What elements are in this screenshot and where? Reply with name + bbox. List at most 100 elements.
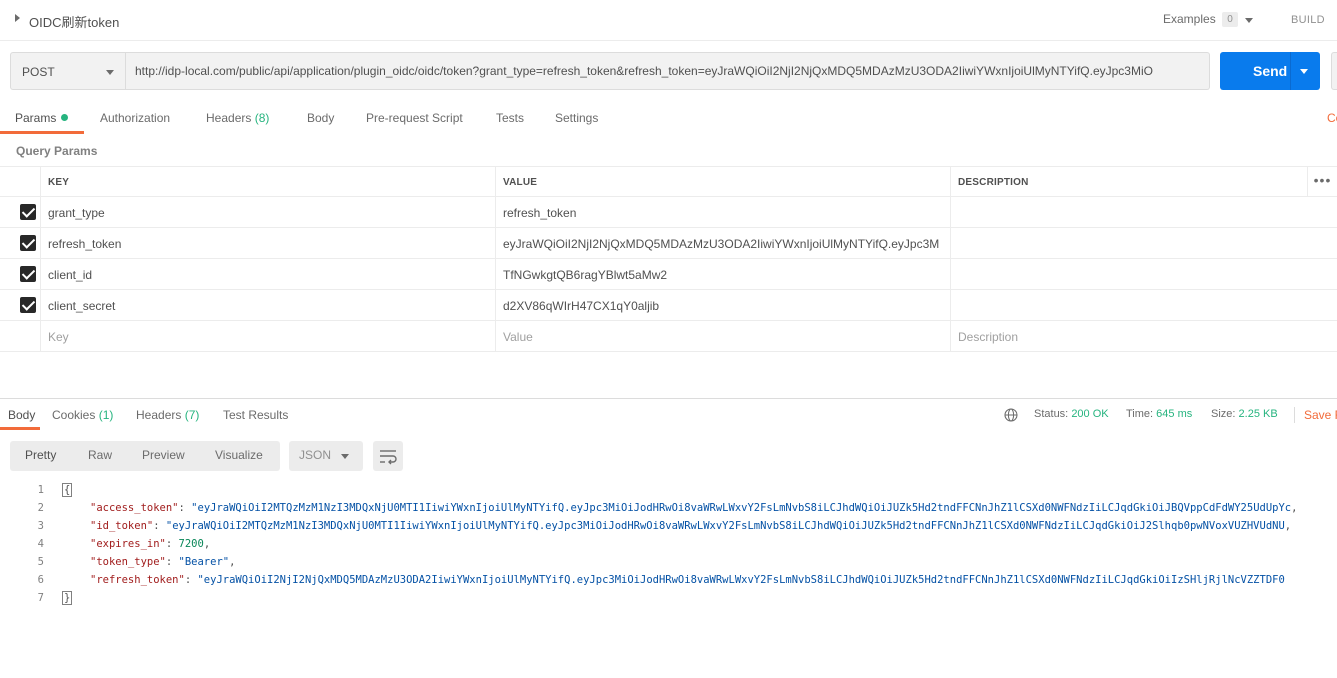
send-options-icon[interactable] (1300, 69, 1308, 74)
line-number: 1 (37, 484, 44, 496)
json-comma: , (229, 556, 236, 568)
url-input[interactable]: http://idp-local.com/public/api/applicat… (126, 52, 1210, 90)
new-param-row: Key Value Description (0, 321, 1337, 352)
line-number: 6 (37, 574, 44, 586)
code-line: "token_type": "Bearer", (90, 556, 235, 568)
response-active-underline (0, 427, 40, 430)
checkbox-cell (0, 321, 41, 351)
status-label: Status: (1034, 408, 1069, 420)
view-visualize[interactable]: Visualize (215, 448, 263, 462)
chevron-down-icon (106, 70, 114, 75)
column-header-value: VALUE (496, 167, 951, 196)
table-row: client_secret d2XV86qWIrH47CX1qY0aljib (0, 290, 1337, 321)
tab-headers-count: (8) (254, 111, 270, 125)
row-checkbox[interactable] (20, 204, 36, 220)
json-value: "eyJraWQiOiI2MTQzMzM1NzI3MDQxNjU0MTI1Iiw… (165, 520, 1285, 532)
request-title[interactable]: OIDC刷新token (29, 12, 119, 31)
new-description-input[interactable]: Description (951, 321, 1337, 351)
param-key[interactable]: refresh_token (42, 228, 496, 258)
tab-headers[interactable]: Headers (8) (206, 111, 269, 125)
json-value: 7200 (178, 538, 204, 550)
build-link[interactable]: BUILD (1291, 14, 1325, 26)
response-tabs: Body Cookies (1) Headers (7) Test Result… (0, 398, 1337, 430)
divider (1294, 407, 1295, 423)
response-tab-headers[interactable]: Headers (7) (136, 408, 199, 422)
send-divider (1290, 52, 1291, 90)
param-description[interactable] (951, 197, 1337, 227)
tab-authorization[interactable]: Authorization (100, 111, 170, 125)
code-line: "refresh_token": "eyJraWQiOiI2NjI2NjQxMD… (90, 574, 1285, 586)
response-tab-body[interactable]: Body (8, 408, 35, 422)
line-number: 2 (37, 502, 44, 514)
wrap-lines-button[interactable] (373, 441, 403, 471)
checkbox-cell (0, 228, 41, 258)
new-value-input[interactable]: Value (496, 321, 951, 351)
param-value[interactable]: refresh_token (496, 197, 951, 227)
collapse-caret-icon[interactable] (15, 14, 20, 22)
code-line: "expires_in": 7200, (90, 538, 210, 550)
row-checkbox[interactable] (20, 297, 36, 313)
format-select[interactable]: JSON (289, 441, 363, 471)
method-select[interactable]: POST (10, 52, 126, 90)
code-line: "id_token": "eyJraWQiOiI2MTQzMzM1NzI3MDQ… (90, 520, 1291, 532)
globe-icon[interactable] (1004, 408, 1018, 422)
request-header: OIDC刷新token Examples 0 BUILD (0, 0, 1337, 41)
table-header-row: KEY VALUE DESCRIPTION ••• (0, 166, 1337, 197)
new-key-input[interactable]: Key (42, 321, 496, 351)
json-comma: , (1284, 520, 1292, 532)
tab-params-label: Params (15, 111, 57, 125)
query-params-label: Query Params (16, 144, 98, 158)
json-value: "eyJraWQiOiI2MTQzMzM1NzI3MDQxNjU0MTI1Iiw… (191, 502, 1292, 514)
param-key[interactable]: client_id (42, 259, 496, 289)
tab-body[interactable]: Body (307, 111, 334, 125)
checkbox-cell (0, 259, 41, 289)
code-line: { (62, 483, 73, 497)
json-key: "refresh_token" (90, 574, 185, 586)
json-colon: : (153, 520, 166, 532)
response-tab-test-results[interactable]: Test Results (223, 408, 288, 422)
status-readout: Status: 200 OK (1034, 408, 1109, 420)
size-value[interactable]: 2.25 KB (1239, 408, 1278, 420)
column-header-key: KEY (42, 167, 496, 196)
cookies-link[interactable]: Co (1327, 111, 1337, 125)
param-key[interactable]: grant_type (42, 197, 496, 227)
more-options-icon[interactable]: ••• (1307, 167, 1337, 196)
param-key[interactable]: client_secret (42, 290, 496, 320)
save-response-button[interactable]: Save R (1304, 408, 1337, 422)
send-button[interactable]: Send (1220, 52, 1320, 90)
chevron-down-icon (341, 454, 349, 459)
save-button[interactable] (1331, 52, 1337, 90)
tab-params[interactable]: Params (15, 111, 69, 125)
row-checkbox[interactable] (20, 266, 36, 282)
code-line: } (62, 591, 73, 605)
line-number: 7 (37, 592, 44, 604)
json-value: "eyJraWQiOiI2NjI2NjQxMDQ5MDAzMzU3ODA2Iiw… (197, 574, 1285, 586)
table-row: client_id TfNGwkgtQB6ragYBlwt5aMw2 (0, 259, 1337, 290)
examples-dropdown-icon[interactable] (1245, 18, 1253, 23)
params-active-dot (61, 114, 69, 121)
format-label: JSON (299, 448, 332, 462)
examples-label[interactable]: Examples (1163, 12, 1216, 26)
response-tab-cookies[interactable]: Cookies (1) (52, 408, 113, 422)
view-raw[interactable]: Raw (88, 448, 112, 462)
tab-pre-request-script[interactable]: Pre-request Script (366, 111, 463, 125)
response-tab-headers-label: Headers (136, 408, 182, 422)
view-pretty[interactable]: Pretty (25, 448, 56, 462)
tab-tests[interactable]: Tests (496, 111, 524, 125)
line-number: 4 (37, 538, 44, 550)
json-value: "Bearer" (178, 556, 230, 568)
param-value[interactable]: eyJraWQiOiI2NjI2NjQxMDQ5MDAzMzU3ODA2Iiwi… (496, 228, 951, 258)
wrap-lines-icon (380, 450, 397, 465)
status-value[interactable]: 200 OK (1071, 408, 1108, 420)
table-row: refresh_token eyJraWQiOiI2NjI2NjQxMDQ5MD… (0, 228, 1337, 259)
tab-settings[interactable]: Settings (555, 111, 598, 125)
param-description[interactable] (951, 259, 1337, 289)
row-checkbox[interactable] (20, 235, 36, 251)
param-value[interactable]: TfNGwkgtQB6ragYBlwt5aMw2 (496, 259, 951, 289)
param-value[interactable]: d2XV86qWIrH47CX1qY0aljib (496, 290, 951, 320)
param-description[interactable] (951, 290, 1337, 320)
param-description[interactable] (951, 228, 1337, 258)
view-preview[interactable]: Preview (142, 448, 185, 462)
time-value[interactable]: 645 ms (1156, 408, 1192, 420)
checkbox-cell (0, 290, 41, 320)
